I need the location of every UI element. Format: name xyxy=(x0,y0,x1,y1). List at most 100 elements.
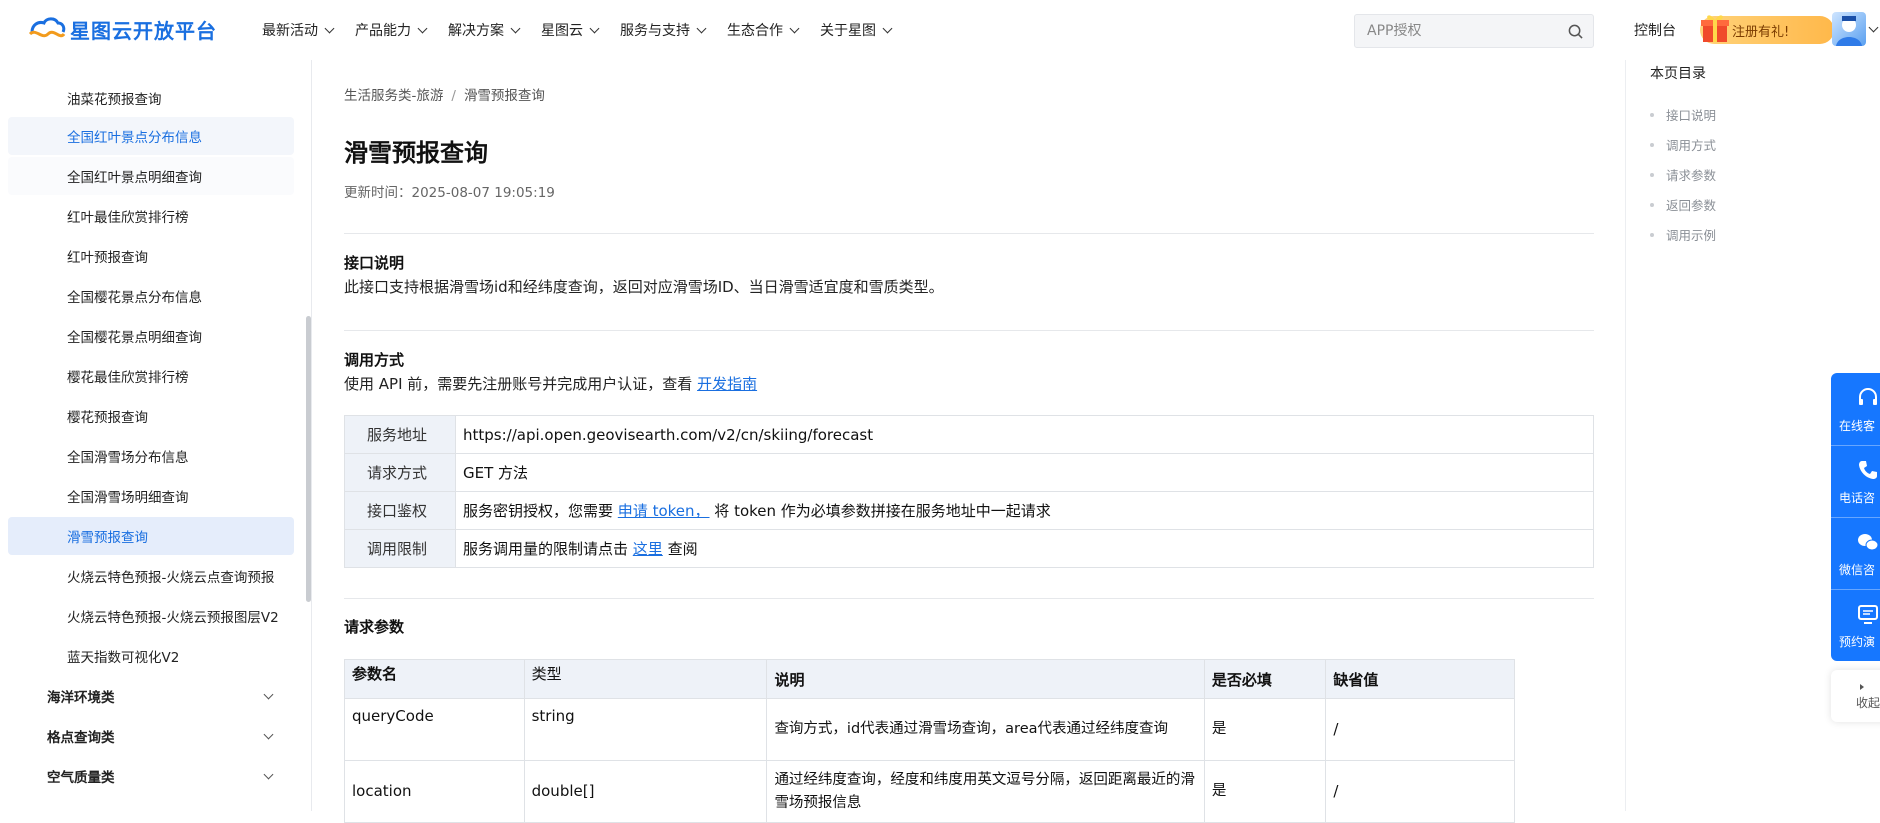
sidebar-item[interactable]: 全国樱花景点分布信息 xyxy=(8,277,294,315)
chevron-down-icon xyxy=(882,23,893,33)
toc-item[interactable]: 调用示例 xyxy=(1666,225,1716,244)
usage-text: 使用 API 前，需要先注册账号并完成用户认证，查看 开发指南 xyxy=(344,373,757,394)
float-label: 在线客 xyxy=(1839,419,1876,433)
nav-label: 产品能力 xyxy=(355,23,411,39)
register-label: 注册有礼! xyxy=(1732,24,1790,40)
logo-text: 星图云开放平台 xyxy=(70,18,217,43)
limit-cell: 服务调用量的限制请点击 这里 查阅 xyxy=(455,529,1594,568)
sidebar-item[interactable]: 全国滑雪场分布信息 xyxy=(8,437,294,475)
nav-label: 最新活动 xyxy=(262,23,318,39)
update-time: 更新时间：2025-08-07 19:05:19 xyxy=(344,185,555,201)
phone-icon xyxy=(1859,461,1877,479)
sidebar-item[interactable]: 全国红叶景点明细查询 xyxy=(8,157,294,195)
collapse-button[interactable]: 收起 xyxy=(1831,670,1880,722)
usage-text-before: 使用 API 前，需要先注册账号并完成用户认证，查看 xyxy=(344,375,693,393)
chevron-down-icon xyxy=(263,729,274,740)
gift-icon xyxy=(1701,15,1729,42)
toc-dot xyxy=(1650,143,1654,147)
nav-solutions[interactable]: 解决方案 xyxy=(448,20,521,40)
column-header: 是否必填 xyxy=(1203,659,1327,699)
wechat-icon xyxy=(1858,534,1879,551)
service-url: https://api.open.geovisearth.com/v2/cn/s… xyxy=(455,415,1594,454)
book-demo-button[interactable]: 预约演 xyxy=(1831,589,1880,659)
float-label: 预约演 xyxy=(1839,635,1876,649)
toc-item[interactable]: 返回参数 xyxy=(1666,195,1716,214)
chevron-down-icon[interactable] xyxy=(1868,22,1879,33)
param-default: / xyxy=(1325,698,1515,761)
toc-dot xyxy=(1650,203,1654,207)
column-header: 参数名 xyxy=(344,659,525,699)
table-row: queryCode string 查询方式，id代表通过滑雪场查询，area代表… xyxy=(344,698,1515,761)
request-method: GET 方法 xyxy=(455,453,1594,492)
nav-support[interactable]: 服务与支持 xyxy=(620,20,707,40)
monitor-icon xyxy=(1858,605,1878,624)
search-icon[interactable] xyxy=(1568,24,1583,39)
nav-ecosystem[interactable]: 生态合作 xyxy=(727,20,800,40)
nav-latest[interactable]: 最新活动 xyxy=(262,20,335,40)
console-link[interactable]: 控制台 xyxy=(1634,20,1676,40)
chevron-down-icon xyxy=(417,23,428,33)
table-header-row: 参数名 类型 说明 是否必填 缺省值 xyxy=(344,659,1515,699)
limit-here-link[interactable]: 这里 xyxy=(633,540,663,558)
online-service-button[interactable]: 在线客 xyxy=(1831,373,1880,443)
nav-about[interactable]: 关于星图 xyxy=(820,20,893,40)
table-row: 接口鉴权 服务密钥授权，您需要 申请 token， 将 token 作为必填参数… xyxy=(344,491,1594,530)
sidebar-item-cutoff xyxy=(8,60,294,79)
sidebar-item[interactable]: 红叶预报查询 xyxy=(8,237,294,275)
auth-cell: 服务密钥授权，您需要 申请 token， 将 token 作为必填参数拼接在服务… xyxy=(455,491,1594,530)
chevron-down-icon xyxy=(789,23,800,33)
sidebar-item[interactable]: 樱花最佳欣赏排行榜 xyxy=(8,357,294,395)
register-gift-button[interactable]: 注册有礼! xyxy=(1700,15,1834,44)
sidebar-item[interactable]: 樱花预报查询 xyxy=(8,397,294,435)
page-title: 滑雪预报查询 xyxy=(344,139,488,167)
sidebar-item[interactable]: 油菜花预报查询 xyxy=(8,79,294,117)
toc-dot xyxy=(1650,113,1654,117)
breadcrumb: 生活服务类-旅游 / 滑雪预报查询 xyxy=(344,84,545,104)
phone-consult-button[interactable]: 电话咨 xyxy=(1831,445,1880,515)
sidebar-item[interactable]: 红叶最佳欣赏排行榜 xyxy=(8,197,294,235)
nav-products[interactable]: 产品能力 xyxy=(355,20,428,40)
breadcrumb-current: 滑雪预报查询 xyxy=(463,88,545,104)
sidebar-item-active[interactable]: 滑雪预报查询 xyxy=(8,517,294,555)
main-nav: 最新活动 产品能力 解决方案 星图云 服务与支持 生态合作 关于星图 xyxy=(262,0,913,60)
avatar[interactable] xyxy=(1832,12,1866,46)
toc-item[interactable]: 请求参数 xyxy=(1666,165,1716,184)
user-avatar-icon xyxy=(1836,16,1862,46)
sidebar-item[interactable]: 全国红叶景点分布信息 xyxy=(8,117,294,155)
category-label: 格点查询类 xyxy=(47,730,115,746)
chevron-down-icon xyxy=(324,23,335,33)
auth-before: 服务密钥授权，您需要 xyxy=(463,502,614,520)
sidebar-item[interactable]: 火烧云特色预报-火烧云预报图层V2 xyxy=(8,597,294,635)
request-params-table: 参数名 类型 说明 是否必填 缺省值 queryCode string 查询方式… xyxy=(344,659,1515,823)
sidebar-category-air[interactable]: 空气质量类 xyxy=(8,757,294,795)
sidebar-item[interactable]: 火烧云特色预报-火烧云点查询预报 xyxy=(8,557,294,595)
nav-label: 生态合作 xyxy=(727,23,783,39)
top-header: 星图云开放平台 最新活动 产品能力 解决方案 星图云 服务与支持 生态合作 关于… xyxy=(0,0,1880,60)
headset-icon xyxy=(1859,388,1877,405)
search-input[interactable] xyxy=(1367,23,1557,39)
dev-guide-link[interactable]: 开发指南 xyxy=(697,375,757,393)
chevron-down-icon xyxy=(263,769,274,780)
sidebar-item[interactable]: 全国樱花景点明细查询 xyxy=(8,317,294,355)
category-label: 海洋环境类 xyxy=(47,690,115,706)
floating-service-panel: 在线客 电话咨 微信咨 预约演 xyxy=(1831,373,1880,661)
toc-item[interactable]: 接口说明 xyxy=(1666,105,1716,124)
logo[interactable]: 星图云开放平台 xyxy=(26,14,217,44)
column-header: 类型 xyxy=(523,659,768,699)
apply-token-link[interactable]: 申请 token， xyxy=(618,502,710,520)
param-required: 是 xyxy=(1203,698,1327,761)
sidebar-scrollbar[interactable] xyxy=(306,316,311,602)
breadcrumb-parent[interactable]: 生活服务类-旅游 xyxy=(344,88,443,104)
sidebar-item[interactable]: 蓝天指数可视化V2 xyxy=(8,637,294,675)
sidebar-item[interactable]: 全国滑雪场明细查询 xyxy=(8,477,294,515)
sidebar-category-ocean[interactable]: 海洋环境类 xyxy=(8,677,294,715)
caret-right-icon xyxy=(1860,684,1864,690)
collapse-label: 收起 xyxy=(1856,696,1880,710)
sidebar-category-grid[interactable]: 格点查询类 xyxy=(8,717,294,755)
table-key: 服务地址 xyxy=(344,415,456,454)
toc-item[interactable]: 调用方式 xyxy=(1666,135,1716,154)
table-row: location double[] 通过经纬度查询，经度和纬度用英文逗号分隔，返… xyxy=(344,760,1515,823)
table-key: 接口鉴权 xyxy=(344,491,456,530)
wechat-consult-button[interactable]: 微信咨 xyxy=(1831,517,1880,587)
nav-xingtuyun[interactable]: 星图云 xyxy=(541,20,600,40)
